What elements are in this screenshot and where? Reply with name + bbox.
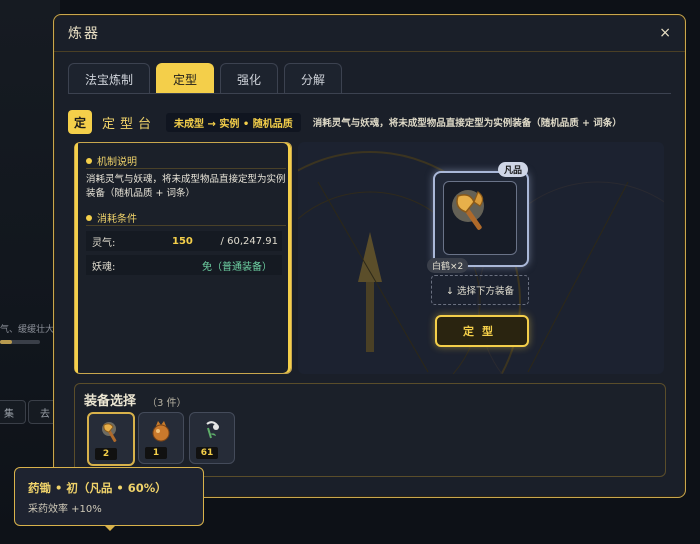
heading-flow: 未成型 → 实例 • 随机品质 xyxy=(166,112,301,132)
cost-row-soul: 妖魂: 免（普通装备） xyxy=(86,255,282,275)
cost-title: 消耗条件 xyxy=(86,210,137,225)
item-tooltip: 药锄 • 初（凡品 • 60%） 采药效率 +10% xyxy=(14,467,204,531)
forge-window: 炼器 × 法宝炼制 定型 强化 分解 定 定型台 未成型 → 实例 • 随机品质… xyxy=(53,14,686,498)
divider xyxy=(86,168,286,169)
background-button[interactable]: 集 xyxy=(0,400,26,424)
shaping-stage: 凡品 白鹤×2 ↓ 选择下方装备 定型 xyxy=(298,142,664,374)
quantity-badge: 白鹤×2 xyxy=(427,258,469,273)
tooltip-arrow xyxy=(104,525,116,531)
cost-label: 灵气: xyxy=(92,237,116,249)
hoe-icon xyxy=(94,418,128,446)
close-button[interactable]: × xyxy=(659,25,671,41)
mechanism-text: 消耗灵气与妖魂，将未成型物品直接定型为实例装备（随机品质 + 词条） xyxy=(86,174,286,199)
window-title: 炼器 xyxy=(68,26,100,42)
fruit-icon xyxy=(144,417,178,445)
divider xyxy=(86,225,286,226)
equipment-selection: 装备选择 （3 件） 2 1 61 xyxy=(74,383,666,477)
select-equipment-hint[interactable]: ↓ 选择下方装备 xyxy=(431,275,529,305)
tab-shaping[interactable]: 定型 xyxy=(156,63,215,94)
cost-label: 妖魂: xyxy=(92,261,116,273)
tab-dismantle[interactable]: 分解 xyxy=(284,63,343,94)
cost-owned: / 60,247.91 xyxy=(220,235,278,247)
heading-title: 定型台 xyxy=(102,116,157,132)
cost-row-spirit: 灵气: 150 / 60,247.91 xyxy=(86,231,282,251)
section-heading: 定 定型台 未成型 → 实例 • 随机品质 消耗灵气与妖魂，将未成型物品直接定型… xyxy=(68,110,622,134)
tooltip-effect: 采药效率 +10% xyxy=(28,504,102,515)
heading-badge: 定 xyxy=(68,110,92,134)
tab-treasure-forging[interactable]: 法宝炼制 xyxy=(68,63,151,94)
equipment-slot[interactable]: 1 xyxy=(138,412,184,464)
tooltip-item-name: 药锄 • 初（凡品 • 60%） xyxy=(28,481,167,495)
window-header: 炼器 × xyxy=(54,15,685,52)
slot-count: 2 xyxy=(95,448,117,460)
background-text-fragment: 气、缓缓壮大 xyxy=(0,325,55,335)
equipment-count: （3 件） xyxy=(147,398,187,409)
slot-count: 1 xyxy=(145,447,167,459)
item-slot-frame[interactable] xyxy=(433,171,529,267)
cost-required: 150 xyxy=(172,235,193,247)
background-progress-bar xyxy=(0,340,40,344)
slot-count: 61 xyxy=(196,447,218,459)
equipment-slot[interactable]: 2 xyxy=(87,412,135,466)
tab-divider xyxy=(68,93,671,94)
shape-button[interactable]: 定型 xyxy=(435,315,529,347)
background-scene xyxy=(0,0,60,544)
heading-description: 消耗灵气与妖魂，将未成型物品直接定型为实例装备（随机品质 + 词条） xyxy=(312,118,622,129)
mechanism-title: 机制说明 xyxy=(86,153,137,168)
tab-enhance[interactable]: 强化 xyxy=(220,63,279,94)
tab-bar: 法宝炼制 定型 强化 分解 xyxy=(68,63,343,94)
equipment-slot[interactable]: 61 xyxy=(189,412,235,464)
axe-icon xyxy=(443,181,517,255)
cost-free-note: 免（普通装备） xyxy=(202,261,272,273)
herb-icon xyxy=(195,417,229,445)
rarity-badge: 凡品 xyxy=(498,162,529,177)
bullet-icon xyxy=(86,157,92,164)
bullet-icon xyxy=(86,214,92,221)
equipment-title: 装备选择 xyxy=(84,394,137,409)
